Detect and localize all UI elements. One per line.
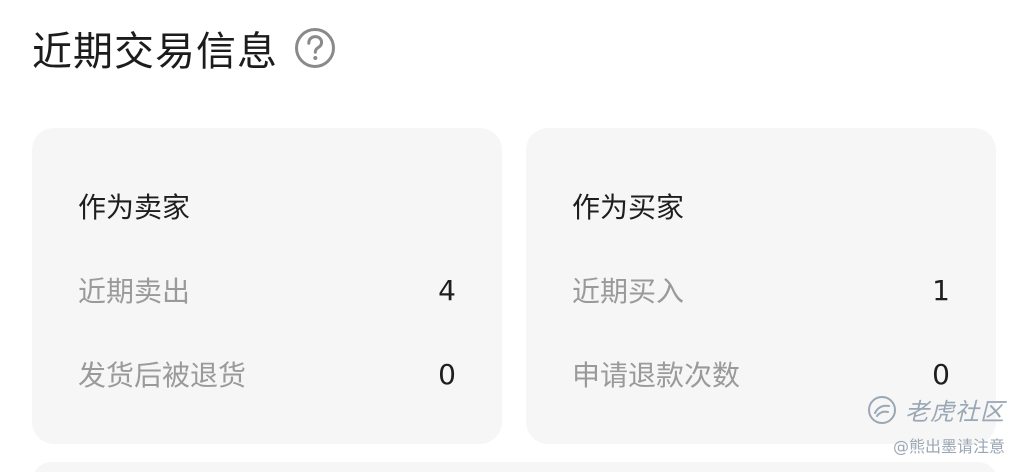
row-label: 近期卖出	[78, 275, 191, 308]
seller-card: 作为卖家 近期卖出 4 发货后被退货 0	[32, 128, 502, 444]
row-label: 近期买入	[572, 275, 685, 308]
seller-card-title: 作为卖家	[78, 191, 191, 224]
section-header: 近期交易信息	[32, 18, 336, 78]
row-value: 0	[438, 357, 456, 391]
row-value: 1	[932, 273, 950, 307]
watermark-brand-line: 老虎社区	[835, 392, 1005, 427]
buyer-row-refund-requests: 申请退款次数 0	[572, 354, 950, 394]
watermark-author: @熊出墨请注意	[892, 437, 1005, 456]
tiger-logo-icon	[867, 395, 897, 425]
row-label: 发货后被退货	[78, 359, 247, 392]
buyer-row-recent-bought: 近期买入 1	[572, 270, 950, 310]
row-value: 0	[932, 357, 950, 391]
row-value: 4	[438, 273, 456, 307]
watermark: 老虎社区 @熊出墨请注意	[835, 392, 1005, 462]
trade-info-page: 近期交易信息 作为卖家 近期卖出 4 发货后被退货 0 作为买家 近期买入 1 …	[0, 0, 1023, 472]
question-circle-icon[interactable]	[294, 27, 336, 69]
row-label: 申请退款次数	[572, 359, 741, 392]
seller-row-recent-sold: 近期卖出 4	[78, 270, 456, 310]
buyer-card-title: 作为买家	[572, 191, 685, 224]
watermark-brand: 老虎社区	[905, 398, 1005, 426]
seller-row-returned-after-shipping: 发货后被退货 0	[78, 354, 456, 394]
next-card-edge	[32, 462, 998, 472]
page-title: 近期交易信息	[32, 29, 278, 75]
